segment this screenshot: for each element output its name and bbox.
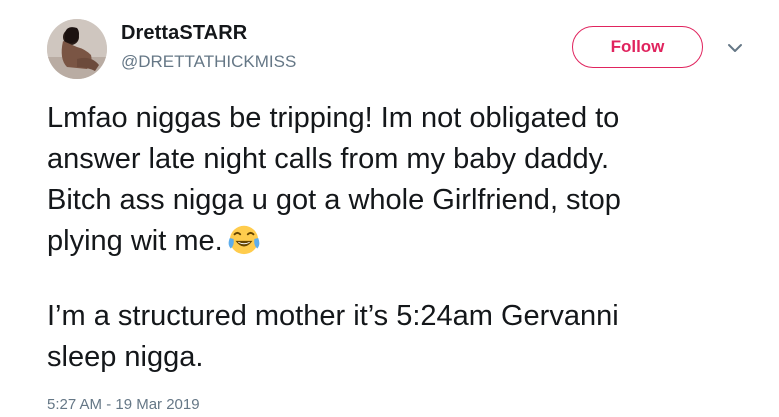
tweet-line: plying wit me. <box>47 225 223 257</box>
tweet-paragraph: Lmfao niggas be tripping! Im not obligat… <box>47 98 767 262</box>
tweet-line: Bitch ass nigga u got a whole Girlfriend… <box>47 184 621 216</box>
tweet-paragraph: I’m a structured mother it’s 5:24am Gerv… <box>47 296 767 378</box>
tweet-line: sleep nigga. <box>47 341 204 373</box>
tweet-text: Lmfao niggas be tripping! Im not obligat… <box>47 98 767 378</box>
display-name[interactable]: DrettaSTARR <box>121 22 247 45</box>
tweet-card: DrettaSTARR @DRETTATHICKMISS Follow Lmfa… <box>0 0 779 417</box>
follow-button[interactable]: Follow <box>572 26 703 68</box>
avatar-photo-icon <box>47 19 107 79</box>
face-with-tears-of-joy-icon <box>227 222 261 256</box>
tweet-line: I’m a structured mother it’s 5:24am Gerv… <box>47 300 619 332</box>
avatar[interactable] <box>47 19 107 79</box>
tweet-line: Lmfao niggas be tripping! Im not obligat… <box>47 102 620 134</box>
tweet-line: answer late night calls from my baby dad… <box>47 143 610 175</box>
tweet-line-with-emoji: plying wit me. <box>47 221 767 262</box>
user-handle[interactable]: @DRETTATHICKMISS <box>121 52 296 72</box>
tweet-timestamp[interactable]: 5:27 AM - 19 Mar 2019 <box>47 396 200 413</box>
chevron-down-icon[interactable] <box>726 41 744 55</box>
